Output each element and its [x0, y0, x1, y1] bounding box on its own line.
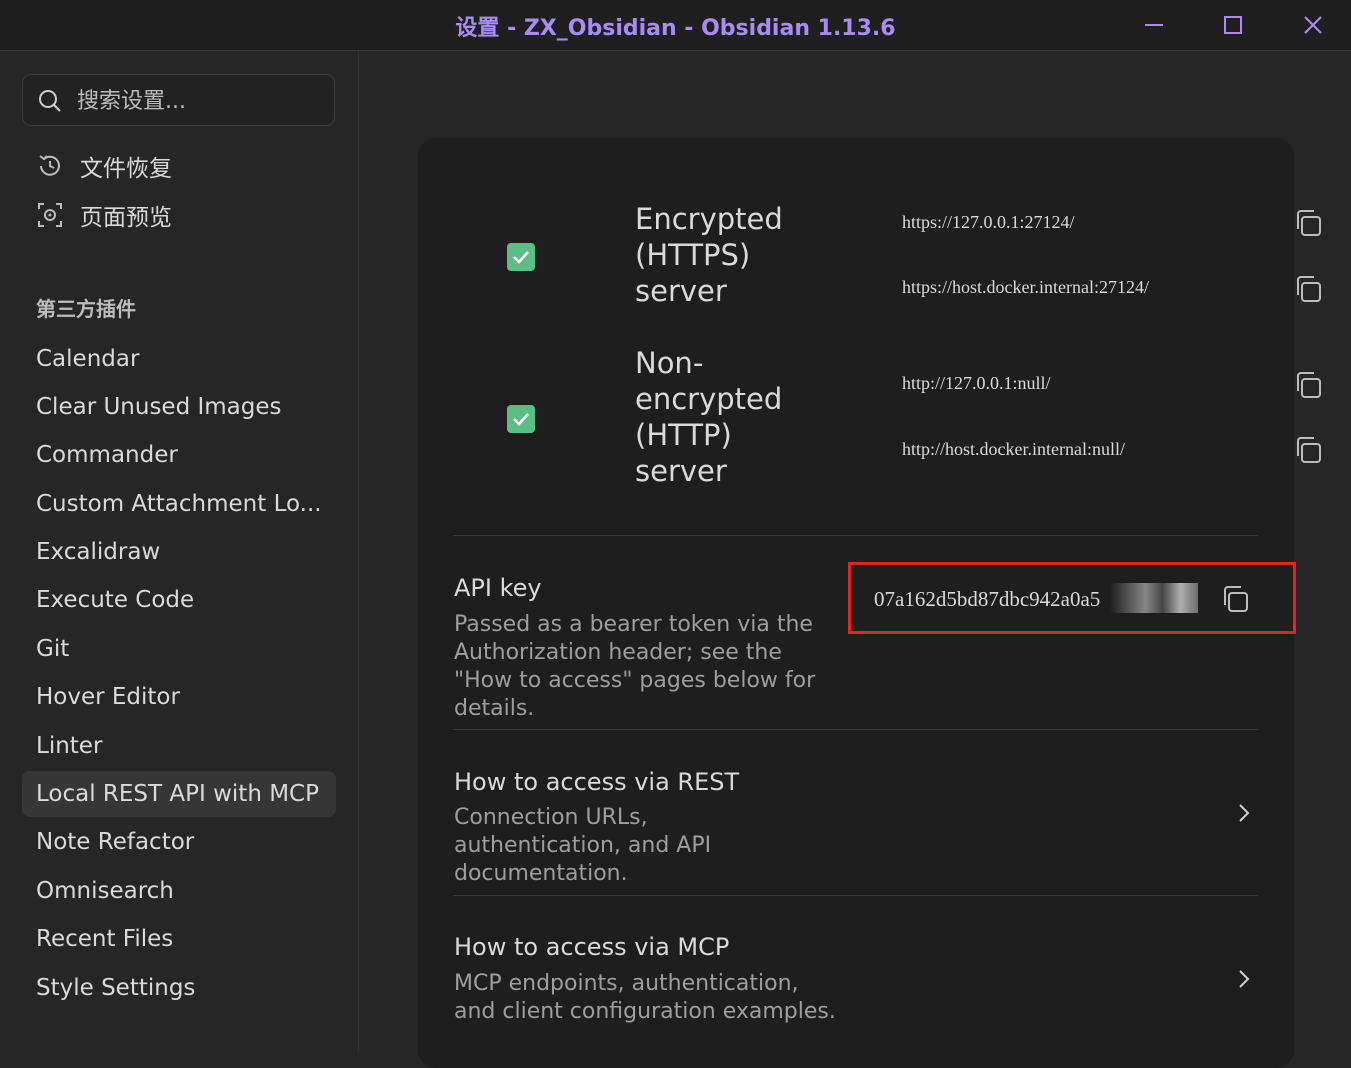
api-key-description: Passed as a bearer token via the Authori… [454, 612, 816, 721]
copy-url-button[interactable] [1292, 207, 1324, 239]
sidebar-item-label: Hover Editor [36, 684, 180, 710]
copy-icon [1224, 586, 1248, 612]
sidebar-item-hover-editor[interactable]: Hover Editor [22, 674, 336, 720]
copy-url-button[interactable] [1292, 434, 1324, 466]
sidebar-item-clear-unused-images[interactable]: Clear Unused Images [22, 384, 336, 430]
sidebar-item-omnisearch[interactable]: Omnisearch [22, 868, 336, 914]
chevron-right-icon [1239, 970, 1250, 988]
section-title-community-plugins: 第三方插件 [36, 297, 136, 321]
sidebar-item-label: Commander [36, 442, 178, 468]
sidebar-item-label: 页面预览 [80, 205, 172, 231]
sidebar-item-note-refactor[interactable]: Note Refactor [22, 819, 336, 865]
mcp-access-title[interactable]: How to access via MCP [454, 933, 729, 961]
api-key-title: API key [454, 574, 542, 602]
sidebar-item-label: Recent Files [36, 926, 174, 952]
copy-api-key-button[interactable] [1219, 583, 1251, 615]
sidebar-item-label: Custom Attachment Lo... [36, 491, 322, 517]
sidebar-item-commander[interactable]: Commander [22, 432, 336, 478]
divider [453, 729, 1258, 730]
sidebar-item-label: Clear Unused Images [36, 394, 282, 420]
copy-url-button[interactable] [1292, 369, 1324, 401]
sidebar-item-label: Excalidraw [36, 539, 161, 565]
maximize-button[interactable] [1216, 8, 1250, 42]
copy-icon [1297, 372, 1321, 398]
preview-icon [38, 203, 62, 227]
search-icon [39, 90, 61, 112]
minimize-icon [1145, 24, 1163, 26]
copy-url-button[interactable] [1292, 273, 1324, 305]
sidebar-item-execute-code[interactable]: Execute Code [22, 577, 336, 623]
sidebar-item-custom-attachment-location[interactable]: Custom Attachment Lo... [22, 481, 336, 527]
sidebar-item-label: Note Refactor [36, 829, 195, 855]
rest-access-description: Connection URLs, authentication, and API… [454, 805, 712, 886]
url-text: http://127.0.0.1:null/ [902, 373, 1051, 393]
https-server-label: Encrypted (HTTPS) server [635, 202, 783, 308]
sidebar-item-label: Local REST API with MCP [36, 781, 319, 807]
api-key-value[interactable]: 07a162d5bd87dbc942a0a5 [874, 587, 1100, 612]
url-text: https://127.0.0.1:27124/ [902, 212, 1075, 232]
sidebar-item-calendar[interactable]: Calendar [22, 336, 336, 382]
history-icon [39, 155, 60, 176]
http-server-label: Non- encrypted (HTTP) server [635, 346, 783, 488]
sidebar-item-label: Linter [36, 733, 103, 759]
close-button[interactable] [1296, 8, 1330, 42]
close-icon [1304, 16, 1322, 34]
mcp-access-description: MCP endpoints, authentication, and clien… [454, 971, 836, 1024]
redacted-key-mask [1110, 583, 1198, 613]
https-server-checkbox[interactable] [507, 243, 535, 271]
sidebar-item-style-settings[interactable]: Style Settings [22, 965, 336, 1011]
settings-search[interactable] [22, 74, 335, 126]
divider [453, 895, 1258, 896]
url-text: https://host.docker.internal:27124/ [902, 277, 1149, 297]
chevron-right-icon [1239, 804, 1250, 822]
minimize-button[interactable] [1137, 8, 1171, 42]
rest-access-title[interactable]: How to access via REST [454, 768, 739, 796]
sidebar-item-recent-files[interactable]: Recent Files [22, 916, 336, 962]
checkmark-icon [513, 251, 529, 264]
url-text: http://host.docker.internal:null/ [902, 439, 1125, 459]
sidebar-item-label: Omnisearch [36, 878, 174, 904]
copy-icon [1297, 276, 1321, 302]
sidebar-item-excalidraw[interactable]: Excalidraw [22, 529, 336, 575]
sidebar-item-label: Git [36, 636, 70, 662]
sidebar-item-page-preview[interactable]: 页面预览 [36, 197, 172, 233]
maximize-icon [1224, 16, 1242, 34]
sidebar-item-label: Style Settings [36, 975, 196, 1001]
sidebar-item-file-recovery[interactable]: 文件恢复 [36, 148, 172, 184]
sidebar-item-label: Calendar [36, 346, 140, 372]
sidebar-item-linter[interactable]: Linter [22, 723, 336, 769]
search-input[interactable] [75, 83, 329, 119]
sidebar-item-label: Execute Code [36, 587, 195, 613]
checkmark-icon [513, 413, 529, 426]
sidebar-item-git[interactable]: Git [22, 626, 336, 672]
divider [453, 535, 1258, 536]
title-bar: 设置 - ZX_Obsidian - Obsidian 1.13.6 [0, 0, 1351, 51]
sidebar-item-local-rest-api[interactable]: Local REST API with MCP [22, 771, 336, 817]
sidebar-item-label: 文件恢复 [80, 156, 172, 182]
copy-icon [1297, 437, 1321, 463]
mcp-access-chevron[interactable] [1232, 967, 1256, 991]
rest-access-chevron[interactable] [1232, 801, 1256, 825]
settings-sidebar: 文件恢复 页面预览 第三方插件 Calendar Clear Unused Im… [0, 51, 359, 1052]
copy-icon [1297, 210, 1321, 236]
http-server-checkbox[interactable] [507, 405, 535, 433]
